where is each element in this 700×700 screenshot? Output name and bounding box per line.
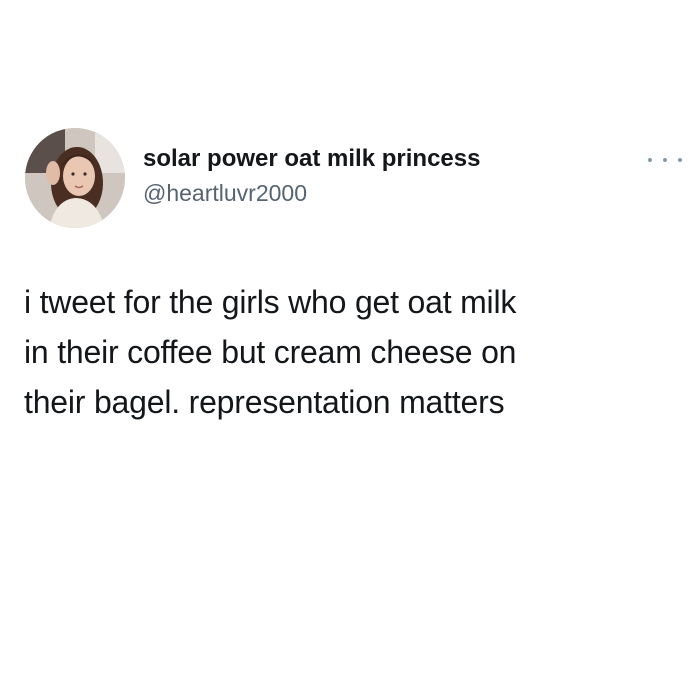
tweet-text: i tweet for the girls who get oat milk i… <box>24 277 674 427</box>
more-dot <box>663 158 667 162</box>
avatar-photo-icon <box>25 128 125 228</box>
tweet-card: solar power oat milk princess @heartluvr… <box>0 0 700 700</box>
tweet-text-line: in their coffee but cream cheese on <box>24 334 517 370</box>
author-handle[interactable]: @heartluvr2000 <box>143 180 307 207</box>
tweet-text-line: their bagel. representation matters <box>24 384 505 420</box>
more-options-icon[interactable] <box>648 150 682 170</box>
author-display-name[interactable]: solar power oat milk princess <box>143 145 480 173</box>
more-dot <box>678 158 682 162</box>
tweet-text-line: i tweet for the girls who get oat milk <box>24 284 517 320</box>
author-avatar[interactable] <box>25 128 125 228</box>
more-dot <box>648 158 652 162</box>
